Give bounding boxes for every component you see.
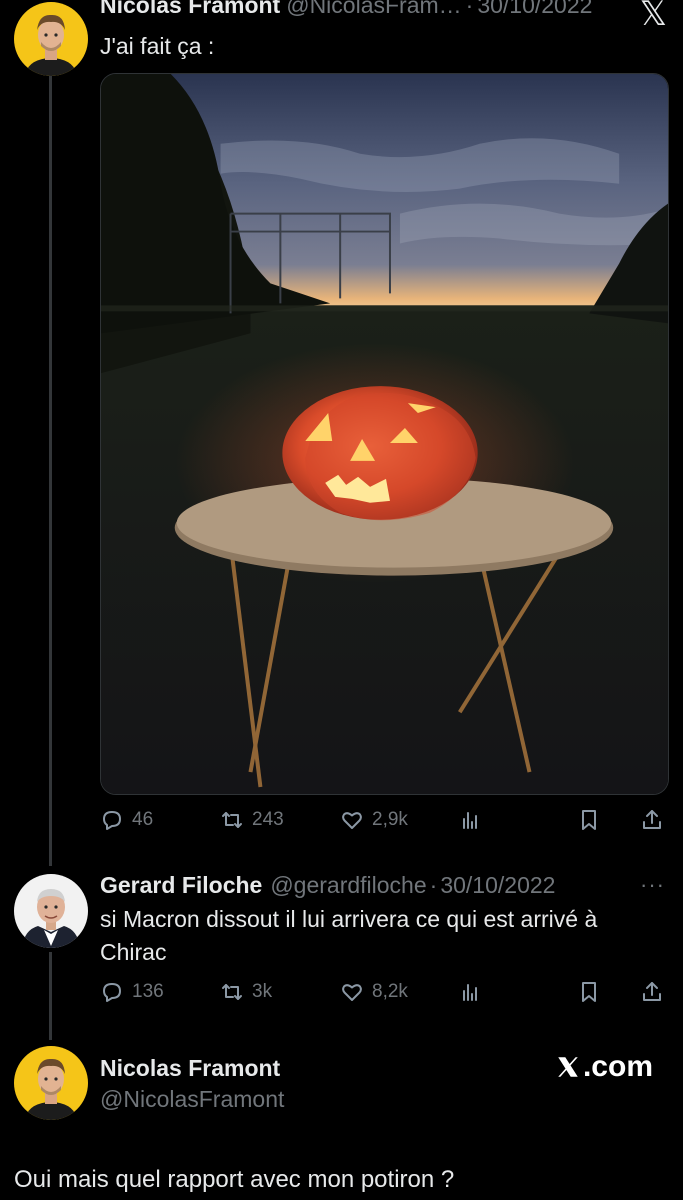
heart-icon bbox=[342, 812, 362, 829]
share-button[interactable] bbox=[640, 808, 664, 832]
bookmark-icon bbox=[582, 982, 596, 1002]
x-logo-icon[interactable]: 𝕏 bbox=[640, 0, 667, 34]
like-button[interactable]: 2,9k bbox=[340, 808, 408, 832]
retweet-count: 3k bbox=[252, 981, 273, 1002]
pumpkin-photo bbox=[101, 74, 668, 794]
reply-button[interactable]: 136 bbox=[100, 980, 164, 1004]
author-name[interactable]: Gerard Filoche bbox=[100, 872, 262, 899]
reply-count: 46 bbox=[132, 809, 154, 830]
bookmark-button[interactable] bbox=[577, 980, 601, 1004]
retweet-count: 243 bbox=[252, 809, 284, 830]
tweet-actions: 46 243 2,9k bbox=[100, 808, 668, 838]
tweet-actions: 136 3k 8,2k bbox=[100, 980, 668, 1010]
tweet-text: si Macron dissout il lui arrivera ce qui… bbox=[100, 906, 598, 965]
author-name[interactable]: Nicolas Framont bbox=[100, 0, 280, 19]
retweet-icon bbox=[222, 812, 242, 828]
tweet-text: J'ai fait ça : bbox=[100, 33, 215, 59]
more-options-icon[interactable]: ··· bbox=[640, 872, 665, 898]
tweet-date[interactable]: 30/10/2022 bbox=[477, 0, 592, 19]
thread-line-bottom bbox=[49, 952, 52, 1040]
avatar[interactable] bbox=[14, 2, 88, 76]
views-button[interactable] bbox=[458, 980, 482, 1004]
like-button[interactable]: 8,2k bbox=[340, 980, 408, 1004]
author-handle[interactable]: @gerardfiloche bbox=[270, 872, 426, 899]
tweet-header: Nicolas Framont @NicolasFram… · 30/10/20… bbox=[100, 0, 592, 19]
reply-button[interactable]: 46 bbox=[100, 808, 153, 832]
share-icon bbox=[643, 810, 661, 829]
bookmark-icon bbox=[582, 810, 596, 830]
reply-count: 136 bbox=[132, 981, 164, 1002]
share-icon bbox=[643, 982, 661, 1001]
share-button[interactable] bbox=[640, 980, 664, 1004]
tweet-date[interactable]: 30/10/2022 bbox=[440, 872, 555, 899]
brand-logo: .com bbox=[555, 1050, 653, 1084]
like-count: 8,2k bbox=[372, 981, 408, 1002]
tweet-photo[interactable] bbox=[100, 73, 669, 795]
heart-icon bbox=[342, 984, 362, 1001]
retweet-icon bbox=[222, 984, 242, 1000]
tweet-header: Gerard Filoche @gerardfiloche · 30/10/20… bbox=[100, 872, 555, 899]
reply-icon bbox=[103, 983, 121, 1002]
retweet-button[interactable]: 243 bbox=[220, 808, 284, 832]
x-logo-icon bbox=[558, 1057, 578, 1077]
separator: · bbox=[465, 0, 474, 18]
reply-icon bbox=[103, 811, 121, 830]
author-handle[interactable]: @NicolasFramont bbox=[100, 1083, 284, 1116]
bookmark-button[interactable] bbox=[577, 808, 601, 832]
analytics-icon bbox=[463, 984, 477, 1001]
retweet-button[interactable]: 3k bbox=[220, 980, 272, 1004]
avatar[interactable] bbox=[14, 874, 88, 948]
avatar[interactable] bbox=[14, 1046, 88, 1120]
author-handle[interactable]: @NicolasFram… bbox=[286, 0, 461, 19]
separator: · bbox=[429, 872, 438, 898]
tweet-text: Oui mais quel rapport avec mon potiron ? bbox=[14, 1166, 455, 1193]
thread-line-top bbox=[49, 76, 52, 866]
views-button[interactable] bbox=[458, 808, 482, 832]
brand-logo-text: .com bbox=[582, 1050, 653, 1083]
like-count: 2,9k bbox=[372, 809, 408, 830]
author-name[interactable]: Nicolas Framont bbox=[100, 1052, 280, 1085]
analytics-icon bbox=[463, 812, 477, 829]
